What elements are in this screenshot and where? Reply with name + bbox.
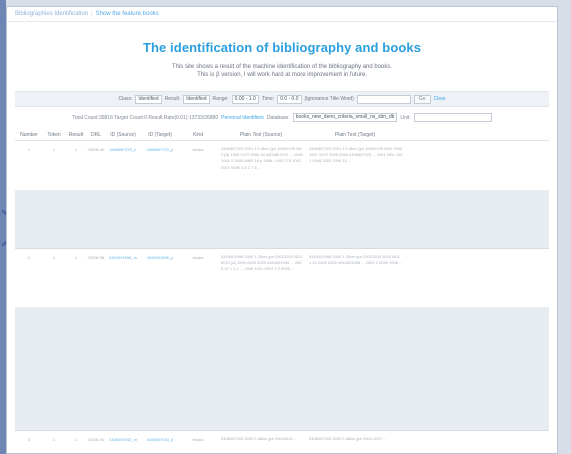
go-button[interactable]: Go <box>413 94 431 104</box>
col-id-source[interactable]: ID (Source) <box>105 132 141 138</box>
cell-plain-target: 4106057043 2002.5 48cm jpn 2004 2007 ... <box>309 436 387 441</box>
cell-result: 1 <box>74 437 78 442</box>
class-select[interactable]: Identified <box>135 94 162 104</box>
cell-plain-source: 4106057043 2002.5 48cm jpn 20040400 ... <box>221 436 298 441</box>
time-label: Time: <box>261 96 275 102</box>
cell-plain-source: 4344001996 2000 1 20cm jpn 20021200 ND2 … <box>221 254 302 272</box>
id-source-link[interactable]: 4344001996_m <box>105 249 141 430</box>
database-select[interactable]: books_new_deno_criteria_small_ns_sbn_db <box>292 113 398 122</box>
col-plain-source[interactable]: Plain Text (Source) <box>217 132 305 138</box>
filter-bar: Class: Identified Result: Identified Ran… <box>15 91 549 107</box>
cell-result: 1 <box>74 147 78 152</box>
table-row: 3 1 1 03406 40 4106057043_m 4106057043_p… <box>15 431 549 453</box>
stats-text: Total Count:39816 Target Count:0 Result … <box>72 114 219 121</box>
result-select[interactable]: Identified <box>183 94 210 104</box>
range-field[interactable]: 0.00 - 1.0 <box>231 94 259 104</box>
page-description: This site shows a result of the machine … <box>7 63 557 79</box>
page-frame: Bibliographies Identification | Show the f… <box>6 6 558 454</box>
cell-kind: books <box>192 147 204 152</box>
cell-plain-source: 4406857370 2001 13 18cm jpn 20052100 ND2… <box>221 146 303 170</box>
cell-number: 1 <box>27 147 31 152</box>
result-label: Result: <box>164 96 181 102</box>
personal-identifiers-link[interactable]: Personal Identifiers <box>221 115 264 121</box>
id-target-link[interactable]: 4106057043_p <box>141 431 179 453</box>
page-title: The identification of bibliography and b… <box>142 40 422 55</box>
col-token[interactable]: Token <box>43 132 65 138</box>
description-line-2: This is β version, I will work hard at m… <box>197 72 367 78</box>
cell-number: 3 <box>27 437 31 442</box>
id-target-link[interactable]: 4344001996_p <box>141 249 179 430</box>
search-input[interactable] <box>356 94 411 104</box>
cell-token: 1 <box>52 255 56 260</box>
time-field[interactable]: 0.0 - 0.0 <box>277 94 302 104</box>
class-label: Class: <box>118 96 133 102</box>
col-kind[interactable]: Kind <box>179 132 217 138</box>
id-source-link[interactable]: 4106057043_m <box>105 431 141 453</box>
cell-result: 1 <box>74 255 78 260</box>
cell-number: 2 <box>27 255 31 260</box>
col-drl[interactable]: DRL <box>87 132 105 138</box>
cell-drl: 03406 40 <box>87 147 105 152</box>
col-number[interactable]: Number <box>15 132 43 138</box>
table-header: Number Token Result DRL ID (Source) ID (… <box>15 129 549 141</box>
cell-token: 1 <box>52 437 56 442</box>
col-result[interactable]: Result <box>65 132 87 138</box>
cell-drl: 03406 38 <box>87 255 105 260</box>
stats-bar: Total Count:39816 Target Count:0 Result … <box>15 112 549 123</box>
clear-link[interactable]: Clear <box>434 96 446 102</box>
table-row: 2 1 1 03406 38 4344001996_m 4344001996_p… <box>15 249 549 431</box>
cell-kind: books <box>192 437 204 442</box>
cell-plain-target: 4406857370 2001 13 18cm jpn 20052100 ND2… <box>309 146 403 164</box>
breadcrumb[interactable]: Bibliographies Identification <box>15 11 88 17</box>
range-label: Range: <box>212 96 229 102</box>
cell-drl: 03406 40 <box>87 437 105 442</box>
cell-plain-target: 4344001996 2000 1 20cm jpn 20021200 2000… <box>309 254 403 266</box>
table-row: 1 1 1 03406 40 4406857370_n 4406857370_p… <box>15 141 549 249</box>
col-id-target[interactable]: ID (Target) <box>141 132 179 138</box>
id-target-link[interactable]: 4406857370_p <box>141 141 179 248</box>
description-line-1: This site shows a result of the machine … <box>171 64 393 70</box>
cell-kind: books <box>192 255 204 260</box>
id-source-link[interactable]: 4406857370_n <box>105 141 141 248</box>
feature-books-link[interactable]: Show the feature books <box>96 11 159 17</box>
cell-token: 1 <box>52 147 56 152</box>
keyword-label: (Ignorance Title Word) <box>304 96 354 102</box>
top-nav: Bibliographies Identification | Show the f… <box>15 11 159 17</box>
unit-select[interactable] <box>413 113 492 122</box>
unit-label: Unit: <box>400 114 411 121</box>
database-label: Database: <box>266 114 290 121</box>
col-plain-target[interactable]: Plain Text (Target) <box>305 132 405 138</box>
